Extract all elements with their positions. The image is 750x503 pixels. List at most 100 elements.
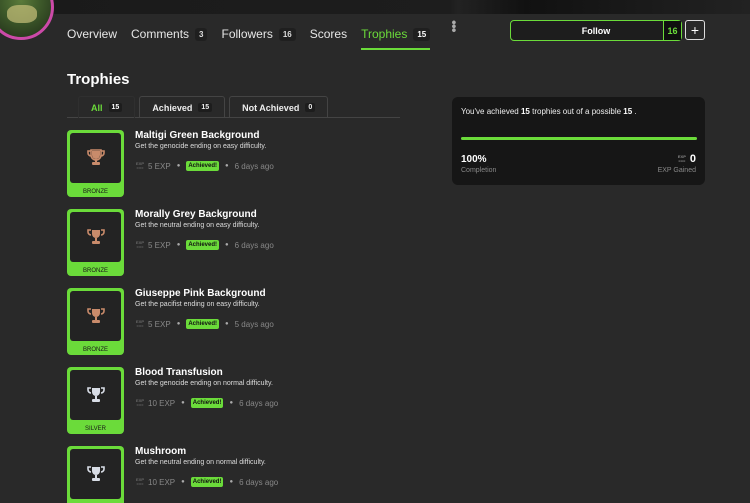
trophy-time: 6 days ago: [234, 240, 274, 250]
trophy-filter-tabs: All 15 Achieved 15 Not Achieved 0: [67, 96, 400, 118]
trophy-card[interactable]: BRONZE: [67, 130, 124, 197]
achieved-badge: Achieved!: [186, 319, 219, 329]
trophy-tier: BRONZE: [82, 189, 108, 195]
achieved-badge: Achieved!: [186, 161, 219, 171]
tab-followers-label: Followers: [221, 27, 273, 41]
filter-achieved-count: 15: [198, 103, 213, 112]
exp-icon: EXP ===: [135, 240, 144, 249]
trophy-exp: 5 EXP: [148, 161, 171, 171]
tab-overview-label: Overview: [67, 27, 118, 41]
trophy-description: Get the neutral ending on normal difficu…: [135, 459, 266, 466]
trophy-name[interactable]: Maltigi Green Background: [135, 130, 259, 141]
trophy-card[interactable]: [67, 446, 124, 503]
separator-dot: ●: [176, 163, 181, 169]
trophy-summary-panel: You've achieved 15 trophies out of a pos…: [452, 97, 705, 185]
avatar[interactable]: [0, 0, 54, 40]
trophy-tier: BRONZE: [82, 347, 108, 353]
trophy-description: Get the pacifist ending on easy difficul…: [135, 301, 260, 308]
trophy-exp: 5 EXP: [148, 240, 171, 250]
separator-dot: ●: [225, 163, 229, 169]
tab-followers[interactable]: Followers 16: [221, 18, 296, 44]
follow-button[interactable]: Follow 16: [510, 20, 682, 41]
separator-dot: ●: [176, 242, 181, 248]
page-title: Trophies: [67, 71, 130, 88]
tab-scores[interactable]: Scores: [310, 18, 347, 44]
trophy-exp: 5 EXP: [148, 319, 171, 329]
trophy-time: 6 days ago: [239, 398, 279, 408]
trophy-exp: 10 EXP: [148, 398, 176, 408]
separator-dot: ●: [229, 400, 234, 406]
completion-value: 100%: [461, 154, 487, 165]
achieved-badge: Achieved!: [186, 240, 219, 250]
trophy-icon: [70, 370, 121, 420]
trophy-name[interactable]: Mushroom: [135, 446, 186, 457]
filter-all-label: All: [91, 102, 103, 113]
trophy-name[interactable]: Giuseppe Pink Background: [135, 288, 266, 299]
achieved-badge: Achieved!: [190, 398, 224, 408]
achieved-badge: Achieved!: [190, 477, 224, 487]
trophy-card[interactable]: BRONZE: [67, 209, 124, 276]
trophy-item: Mushroom Get the neutral ending on norma…: [67, 446, 407, 503]
summary-prefix: You've achieved: [461, 107, 519, 116]
trophy-card[interactable]: SILVER: [67, 367, 124, 434]
separator-dot: ●: [176, 321, 181, 327]
top-banner-strip: [0, 0, 750, 14]
vertical-ellipsis-icon[interactable]: •••: [446, 18, 462, 32]
trophy-item: BRONZE Maltigi Green Background Get the …: [67, 130, 407, 198]
trophy-card[interactable]: BRONZE: [67, 288, 124, 355]
filter-achieved[interactable]: Achieved 15: [139, 96, 226, 118]
summary-suffix: .: [634, 107, 637, 116]
trophy-meta: EXP === 10 EXP ● Achieved! ● 6 days ago: [135, 477, 278, 487]
summary-text: You've achieved 15 trophies out of a pos…: [461, 107, 637, 116]
exp-icon: EXP ===: [135, 477, 144, 486]
summary-total-count: 15: [623, 107, 633, 116]
tab-comments-label: Comments: [131, 27, 190, 41]
tab-overview[interactable]: Overview: [67, 18, 117, 44]
filter-not-achieved[interactable]: Not Achieved 0: [229, 96, 329, 118]
exp-icon: EXP ===: [135, 398, 144, 407]
plus-icon[interactable]: +: [685, 20, 705, 40]
exp-gained-label: EXP Gained: [657, 167, 696, 174]
trophy-meta: EXP === 5 EXP ● Achieved! ● 6 days ago: [135, 161, 274, 171]
completion-progress-fill: [461, 137, 697, 140]
trophy-item: SILVER Blood Transfusion Get the genocid…: [67, 367, 407, 435]
separator-dot: ●: [225, 242, 229, 248]
tab-scores-label: Scores: [309, 27, 348, 41]
tab-trophies-count: 15: [413, 27, 431, 41]
trophy-description: Get the genocide ending on normal diffic…: [135, 380, 273, 387]
trophy-item: BRONZE Morally Grey Background Get the n…: [67, 209, 407, 277]
filter-not-achieved-label: Not Achieved: [242, 102, 300, 113]
separator-dot: ●: [181, 400, 185, 406]
tab-trophies[interactable]: Trophies 15: [361, 18, 431, 50]
exp-icon: EXP ===: [135, 319, 144, 328]
trophy-tier: BRONZE: [82, 268, 108, 274]
filter-all[interactable]: All 15: [78, 96, 136, 118]
trophy-name[interactable]: Morally Grey Background: [135, 209, 257, 220]
filter-achieved-label: Achieved: [152, 102, 193, 113]
trophy-item: BRONZE Giuseppe Pink Background Get the …: [67, 288, 407, 356]
trophy-icon: [70, 133, 121, 183]
trophy-name[interactable]: Blood Transfusion: [135, 367, 223, 378]
trophy-description: Get the neutral ending on easy difficult…: [135, 222, 260, 229]
separator-dot: ●: [229, 479, 234, 485]
trophy-icon: [70, 449, 121, 499]
profile-nav: Overview Comments 3 Followers 16 Scores …: [67, 18, 462, 50]
trophy-icon: [70, 291, 121, 341]
exp-gained-value-wrap: EXP === 0: [677, 153, 696, 165]
tab-comments-count: 3: [195, 27, 208, 41]
trophy-meta: EXP === 10 EXP ● Achieved! ● 6 days ago: [135, 398, 278, 408]
separator-dot: ●: [225, 321, 229, 327]
trophy-time: 6 days ago: [239, 477, 279, 487]
trophy-meta: EXP === 5 EXP ● Achieved! ● 5 days ago: [135, 319, 274, 329]
trophy-icon: [70, 212, 121, 262]
follower-count: 16: [663, 21, 681, 40]
tab-followers-count: 16: [278, 27, 296, 41]
tab-comments[interactable]: Comments 3: [131, 18, 208, 44]
exp-icon: EXP ===: [677, 154, 686, 163]
separator-dot: ●: [181, 479, 185, 485]
filter-not-achieved-count: 0: [305, 103, 316, 112]
completion-label: Completion: [461, 167, 497, 174]
exp-icon: EXP ===: [135, 161, 144, 170]
summary-achieved-count: 15: [520, 107, 530, 116]
summary-middle: trophies out of a possible: [532, 107, 622, 116]
